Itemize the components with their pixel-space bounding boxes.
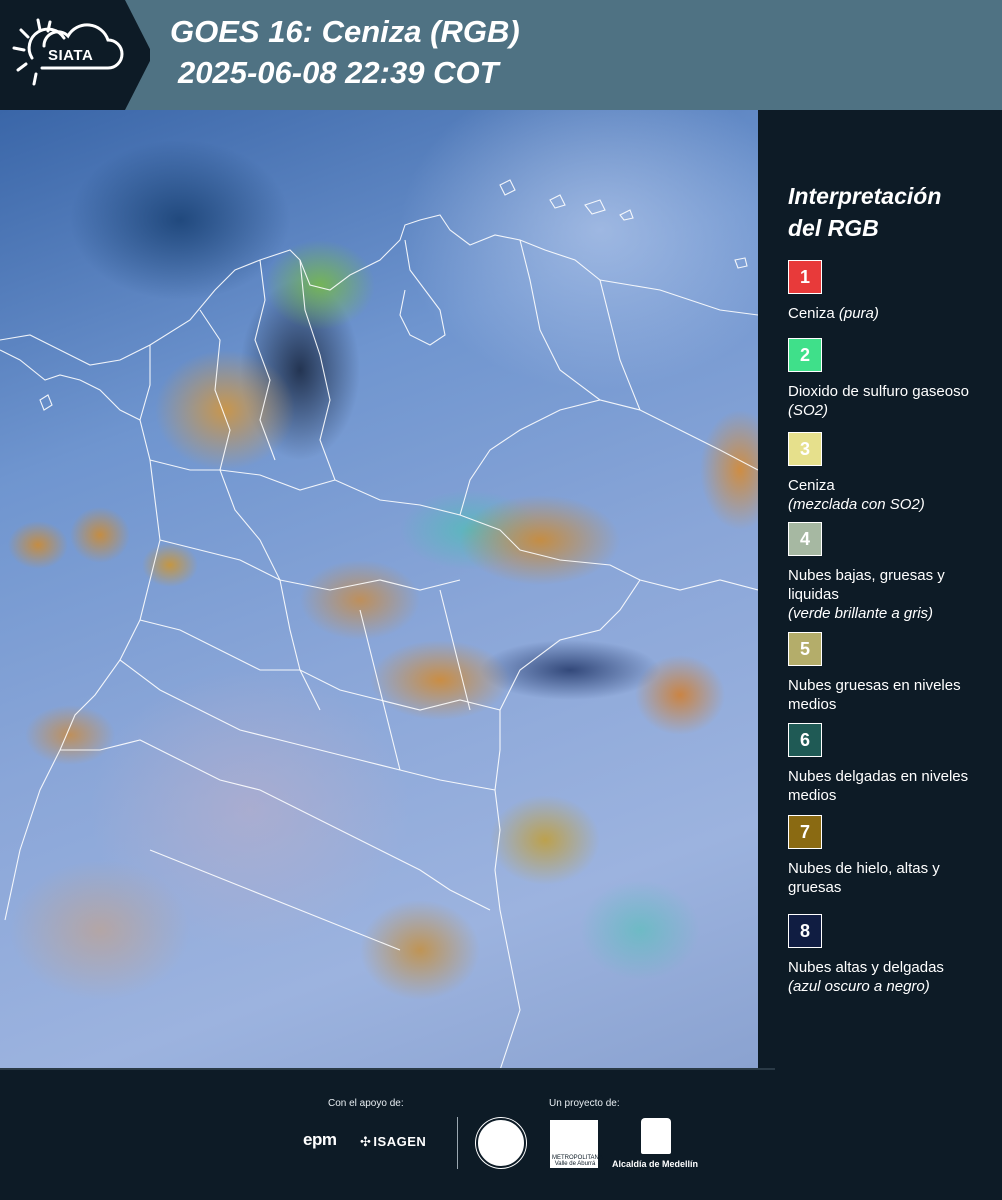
legend-label-8: Nubes altas y delgadas (azul oscuro a neg…: [788, 959, 944, 995]
siata-logo: SIATA: [0, 0, 150, 110]
legend-swatch-6: 6: [788, 723, 822, 757]
header-bar: SIATA GOES 16: Ceniza (RGB) 2025-06-08 2…: [0, 0, 1002, 110]
legend-swatch-4: 4: [788, 522, 822, 556]
legend-label-6: Nubes delgadas en niveles medios: [788, 768, 969, 804]
satellite-bulletin: SIATA GOES 16: Ceniza (RGB) 2025-06-08 2…: [0, 0, 1002, 1200]
legend-label-5: Nubes gruesas en niveles medios: [788, 677, 961, 713]
satellite-image: [0, 110, 758, 1070]
legend-item-8: 8 Nubes altas y delgadas (azul oscuro a n…: [788, 914, 988, 996]
alcaldia-shield-icon: [641, 1118, 671, 1154]
legend-item-6: 6 Nubes delgadas en niveles medios: [788, 723, 988, 805]
isagen-logo: ✣ ISAGEN: [360, 1134, 427, 1149]
footer-divider: [0, 1068, 775, 1070]
area-metropolitana-text: METROPOLITANA Valle de Aburrá: [552, 1155, 603, 1167]
product-title: GOES 16: Ceniza (RGB): [170, 14, 520, 49]
support-label: Con el apoyo de:: [328, 1098, 404, 1109]
isagen-mark-icon: ✣: [360, 1134, 372, 1149]
legend-item-7: 7 Nubes de hielo, altas y gruesas: [788, 815, 988, 897]
legend-swatch-3: 3: [788, 432, 822, 466]
logo-text: SIATA: [48, 47, 94, 64]
epm-logo: epm: [303, 1130, 337, 1149]
legend-label-4: Nubes bajas, gruesas y liquidas (verde br…: [788, 567, 945, 622]
logo-divider: [457, 1117, 458, 1169]
legend-item-1: 1 Ceniza (pura): [788, 260, 988, 323]
legend-label-2: Dioxido de sulfuro gaseoso (SO2): [788, 383, 969, 419]
project-label: Un proyecto de:: [549, 1098, 620, 1109]
legend-title: Interpretación del RGB: [788, 183, 942, 241]
legend-swatch-1: 1: [788, 260, 822, 294]
legend-label-3: Ceniza (mezclada con SO2): [788, 477, 925, 513]
university-seal-icon: [476, 1118, 526, 1168]
legend-label-1: Ceniza (pura): [788, 305, 879, 322]
legend-swatch-5: 5: [788, 632, 822, 666]
alcaldia-text: Alcaldía de Medellín: [612, 1159, 699, 1169]
legend-swatch-2: 2: [788, 338, 822, 372]
legend-item-2: 2 Dioxido de sulfuro gaseoso (SO2): [788, 338, 988, 420]
country-borders: [0, 179, 758, 1070]
legend-item-5: 5 Nubes gruesas en niveles medios: [788, 632, 988, 714]
timestamp: 2025-06-08 22:39 COT: [178, 55, 499, 90]
legend-item-4: 4 Nubes bajas, gruesas y liquidas (verde …: [788, 522, 988, 623]
legend-item-3: 3 Ceniza (mezclada con SO2): [788, 432, 988, 514]
legend-swatch-8: 8: [788, 914, 822, 948]
legend-swatch-7: 7: [788, 815, 822, 849]
legend-label-7: Nubes de hielo, altas y gruesas: [788, 860, 940, 896]
